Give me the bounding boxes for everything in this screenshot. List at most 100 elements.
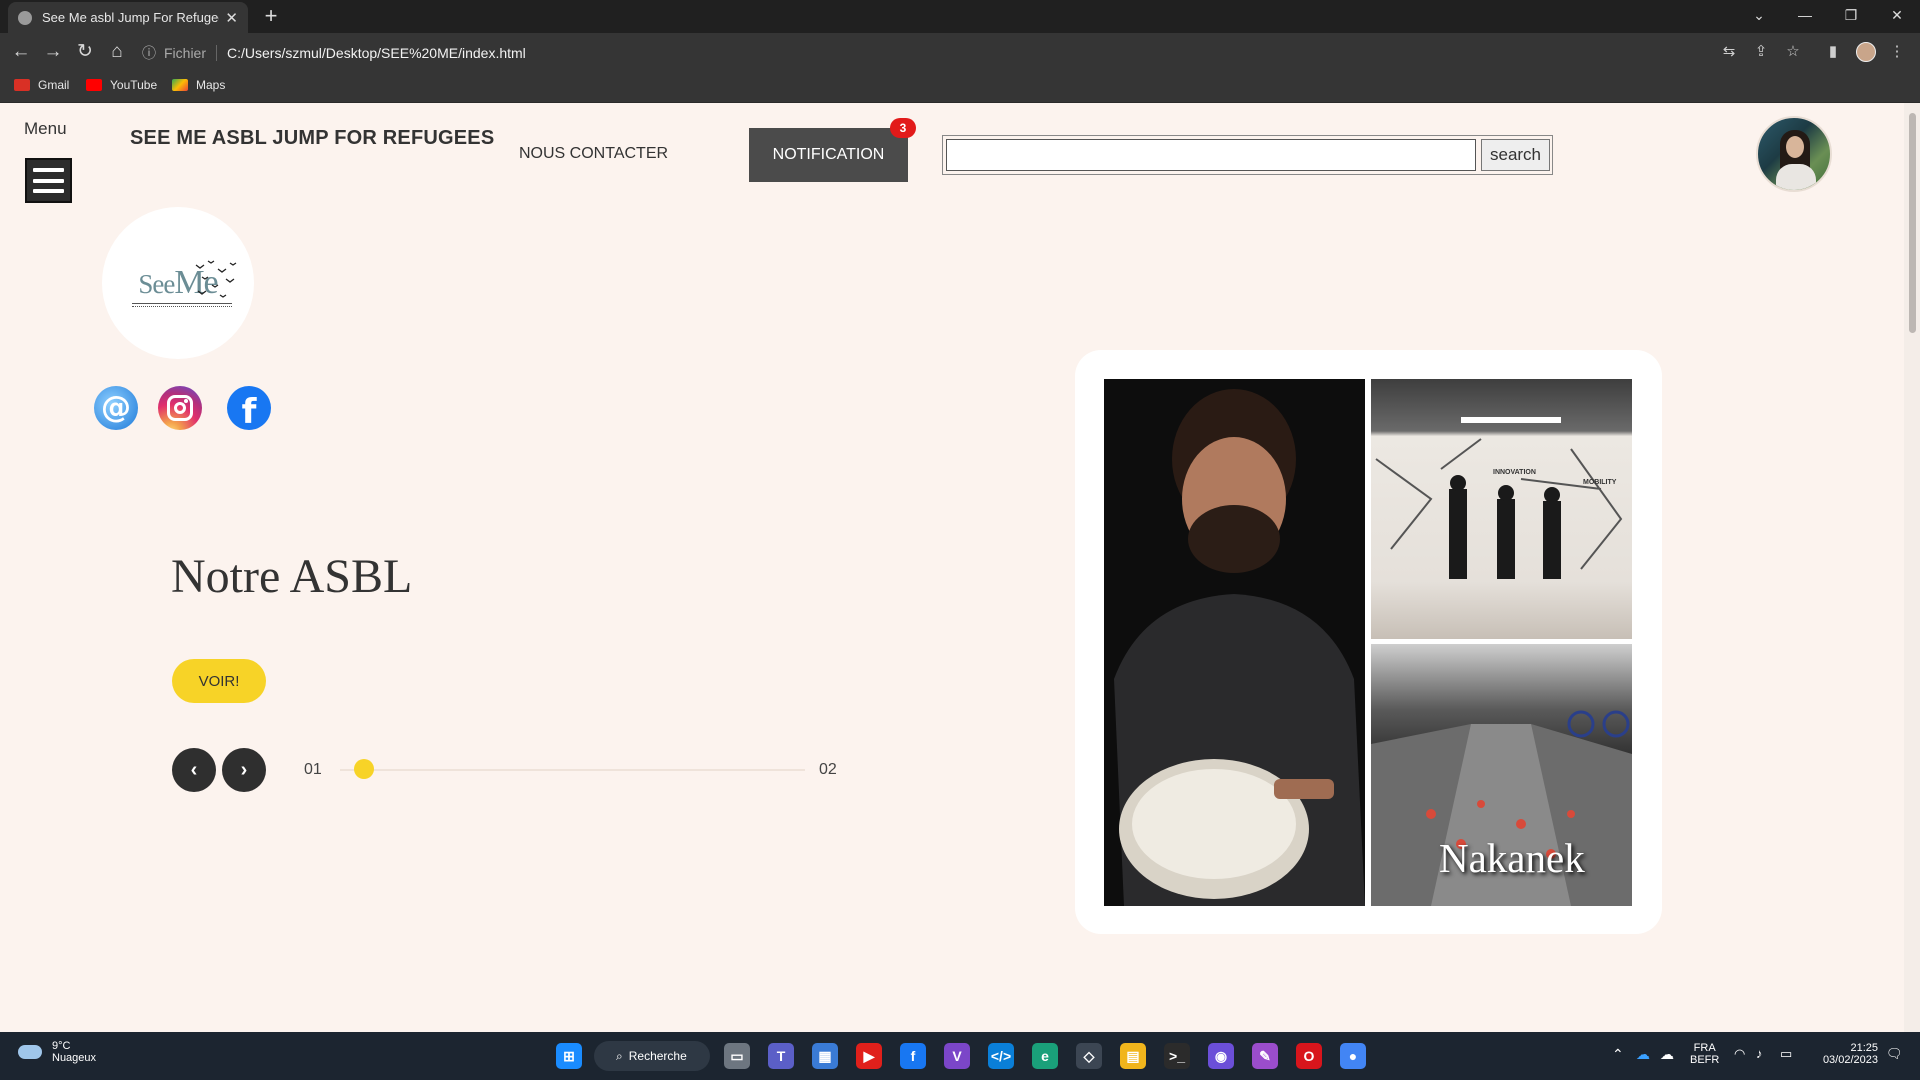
browser-menu-icon[interactable]: ⋮ <box>1888 43 1906 61</box>
translate-icon[interactable]: ⇆ <box>1720 43 1738 61</box>
unity-icon[interactable]: ◇ <box>1076 1043 1102 1069</box>
user-avatar[interactable] <box>1756 116 1832 192</box>
search-input[interactable] <box>946 139 1476 171</box>
battery-icon[interactable]: ▭ <box>1780 1046 1792 1062</box>
task-view-icon[interactable]: ▭ <box>724 1043 750 1069</box>
vscode-icon[interactable]: </> <box>988 1043 1014 1069</box>
taskbar-search-label: Recherche <box>628 1049 687 1063</box>
hero-title: Notre ASBL <box>171 550 413 603</box>
forward-icon[interactable]: → <box>40 39 66 65</box>
browser-tabbar: See Me asbl Jump For Refugees ✕ + ⌄ — ❐ … <box>0 0 1920 33</box>
address-scheme: Fichier <box>164 44 218 61</box>
gallery-label: Nakanek <box>1439 835 1585 881</box>
temperature: 9°C <box>52 1040 71 1052</box>
hamburger-bar <box>33 168 64 172</box>
info-icon[interactable]: ⓘ <box>142 43 156 63</box>
svg-text:MOBILITY: MOBILITY <box>1583 479 1617 486</box>
youtube-icon <box>86 79 102 91</box>
bookmark-gmail[interactable]: Gmail <box>14 78 69 92</box>
close-window-button[interactable]: ✕ <box>1874 0 1920 30</box>
voir-button[interactable]: VOIR! <box>172 659 266 703</box>
store-icon[interactable]: ▦ <box>812 1043 838 1069</box>
logo-see: See <box>138 269 175 299</box>
notification-center-icon[interactable]: 🗨 <box>1886 1046 1903 1062</box>
keyboard-layout: BEFR <box>1690 1054 1720 1066</box>
bookmark-label: Maps <box>196 78 226 92</box>
opera-icon[interactable]: O <box>1296 1043 1322 1069</box>
avatar-face <box>1786 136 1804 158</box>
hamburger-bar <box>33 189 64 193</box>
profile-avatar[interactable] <box>1856 42 1876 62</box>
email-icon[interactable]: @ <box>94 386 138 430</box>
bookmark-youtube[interactable]: YouTube <box>86 78 157 92</box>
file-explorer-icon[interactable]: ▤ <box>1120 1043 1146 1069</box>
globe-icon <box>18 10 32 25</box>
onedrive-icon[interactable]: ☁ <box>1636 1046 1650 1063</box>
facebook-app-icon[interactable]: f <box>900 1043 926 1069</box>
wifi-icon[interactable]: ◠ <box>1734 1046 1745 1062</box>
bookmark-label: YouTube <box>110 78 158 92</box>
edge-icon[interactable]: e <box>1032 1043 1058 1069</box>
notification-button[interactable]: NOTIFICATION <box>749 128 908 182</box>
avatar-shirt <box>1776 164 1816 190</box>
address-bar[interactable]: ⓘ Fichier C:/Users/szmul/Desktop/SEE%20M… <box>142 38 1702 67</box>
search-button[interactable]: search <box>1481 139 1550 171</box>
language-code: FRA <box>1693 1042 1716 1054</box>
browser-toolbar: ← → ↻ ⌂ ⓘ Fichier C:/Users/szmul/Desktop… <box>0 33 1920 71</box>
browser-tab[interactable]: See Me asbl Jump For Refugees ✕ <box>8 2 248 33</box>
clock[interactable]: 21:25 03/02/2023 <box>1812 1042 1878 1066</box>
paint-icon[interactable]: ✎ <box>1252 1043 1278 1069</box>
brave-icon[interactable]: ◉ <box>1208 1043 1234 1069</box>
taskbar-search[interactable]: ⌕ Recherche <box>594 1041 710 1071</box>
close-tab-icon[interactable]: ✕ <box>225 9 238 27</box>
youtube-app-icon[interactable]: ▶ <box>856 1043 882 1069</box>
bookmarks-bar: Gmail YouTube Maps <box>0 71 1920 103</box>
bookmark-star-icon[interactable]: ☆ <box>1784 43 1802 61</box>
visual-studio-icon[interactable]: V <box>944 1043 970 1069</box>
clock-time: 21:25 <box>1850 1042 1878 1054</box>
contact-link[interactable]: NOUS CONTACTER <box>519 145 668 163</box>
birds-icon <box>195 260 237 298</box>
hamburger-menu-button[interactable] <box>25 158 72 203</box>
reload-icon[interactable]: ↻ <box>72 39 98 65</box>
menu-label: Menu <box>24 119 67 138</box>
maps-icon <box>172 79 188 91</box>
language-indicator[interactable]: FRA BEFR <box>1690 1042 1719 1066</box>
windows-start-icon[interactable]: ⊞ <box>556 1043 582 1069</box>
share-icon[interactable]: ⇪ <box>1752 43 1770 61</box>
address-url[interactable]: C:/Users/szmul/Desktop/SEE%20ME/index.ht… <box>227 45 526 61</box>
tray-overflow-icon[interactable]: ⌃ <box>1612 1046 1624 1063</box>
photo-mural-group: INNOVATION MOBILITY <box>1371 379 1632 639</box>
photo-cobblestone-street: Nakanek <box>1371 644 1632 906</box>
scrollbar-thumb[interactable] <box>1909 113 1916 333</box>
minimize-button[interactable]: — <box>1782 0 1828 30</box>
gmail-icon <box>14 79 30 91</box>
site-title: SEE ME ASBL JUMP FOR REFUGEES <box>130 127 495 149</box>
teams-icon[interactable]: T <box>768 1043 794 1069</box>
page-scrollbar[interactable] <box>1904 103 1920 1032</box>
facebook-icon[interactable]: f <box>227 386 271 432</box>
home-icon[interactable]: ⌂ <box>104 39 130 65</box>
search-icon: ⌕ <box>616 1048 623 1063</box>
slide-total: 02 <box>819 761 837 778</box>
volume-icon[interactable]: ♪ <box>1756 1046 1763 1061</box>
cloud-sync-icon[interactable]: ☁ <box>1660 1046 1674 1063</box>
slide-progress-dot[interactable] <box>353 759 374 779</box>
previous-slide-button[interactable]: ‹ <box>172 748 216 792</box>
bookmark-maps[interactable]: Maps <box>172 78 225 92</box>
cloud-icon <box>18 1045 42 1059</box>
see-me-logo: SeeMe <box>102 207 254 359</box>
notification-count-badge: 3 <box>890 118 916 138</box>
photo-gallery-card: INNOVATION MOBILITY Nakanek <box>1075 350 1662 934</box>
restore-button[interactable]: ❐ <box>1828 0 1874 30</box>
tab-search-icon[interactable]: ⌄ <box>1736 0 1782 30</box>
side-panel-icon[interactable]: ▮ <box>1824 43 1842 61</box>
weather-widget[interactable]: 9°C Nuageux <box>18 1040 96 1064</box>
back-icon[interactable]: ← <box>8 39 34 65</box>
hamburger-bar <box>33 178 64 183</box>
chrome-icon[interactable]: ● <box>1340 1043 1366 1069</box>
instagram-icon[interactable] <box>158 386 202 430</box>
terminal-icon[interactable]: >_ <box>1164 1043 1190 1069</box>
next-slide-button[interactable]: › <box>222 748 266 792</box>
new-tab-button[interactable]: + <box>258 4 284 30</box>
